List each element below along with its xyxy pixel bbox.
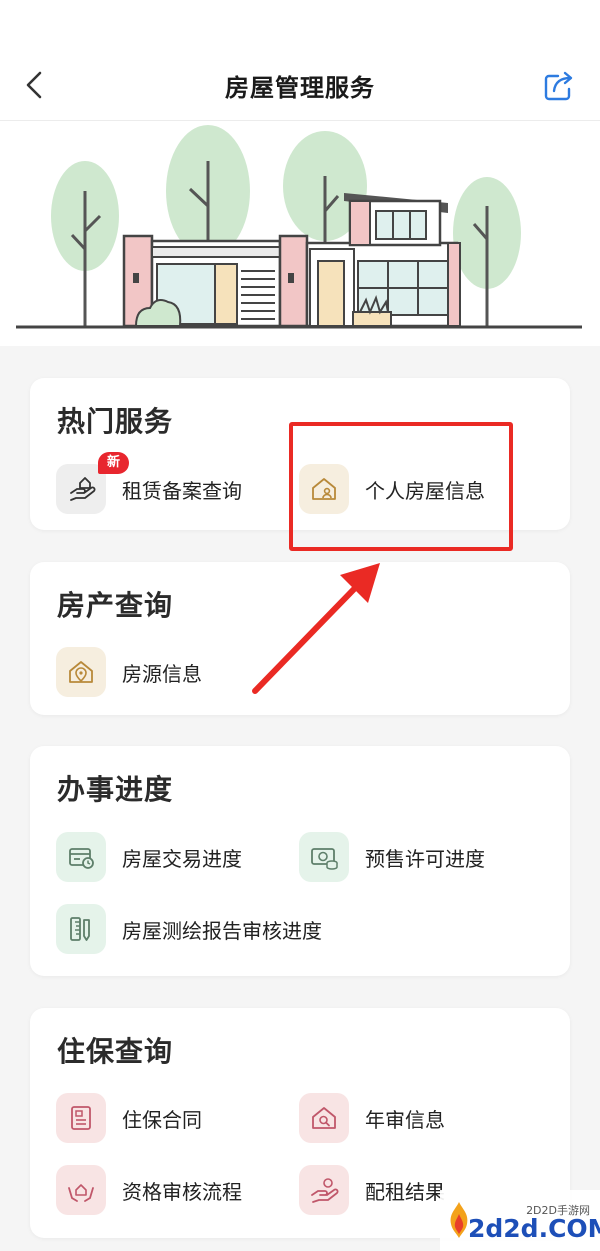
survey-report-progress-item[interactable]: 房屋测绘报告审核进度	[56, 902, 322, 956]
rental-allocation-result-item[interactable]: 配租结果	[299, 1163, 445, 1217]
qualification-review-item[interactable]: 资格审核流程	[56, 1163, 242, 1217]
section-title: 热门服务	[57, 405, 174, 438]
ruler-pen-icon	[56, 904, 106, 954]
share-icon[interactable]	[540, 68, 578, 104]
house-illustration	[16, 125, 582, 329]
item-label: 房屋交易进度	[122, 846, 242, 871]
presale-permit-progress-item[interactable]: 预售许可进度	[299, 830, 485, 884]
item-label: 预售许可进度	[365, 846, 485, 871]
section-title: 房产查询	[57, 589, 174, 622]
section-title: 住保查询	[57, 1035, 174, 1068]
house-location-icon	[56, 647, 106, 697]
red-arrow-annotation	[252, 563, 380, 694]
item-label: 租赁备案查询	[122, 478, 242, 503]
card-clock-icon	[56, 832, 106, 882]
item-label: 房屋测绘报告审核进度	[122, 918, 322, 943]
item-label: 配租结果	[365, 1179, 445, 1204]
item-label: 年审信息	[365, 1107, 445, 1132]
house-search-icon	[299, 1093, 349, 1143]
hands-house-icon	[56, 1165, 106, 1215]
item-label: 资格审核流程	[122, 1179, 242, 1204]
page-title: 房屋管理服务	[225, 74, 375, 102]
rental-filing-query-item[interactable]: 租赁备案查询	[56, 462, 242, 516]
contract-icon	[56, 1093, 106, 1143]
watermark: 2D2D手游网 2d2d.COM	[440, 1190, 600, 1251]
house-transaction-progress-item[interactable]: 房屋交易进度	[56, 830, 242, 884]
listing-info-item[interactable]: 房源信息	[56, 645, 202, 699]
item-label: 房源信息	[122, 661, 202, 686]
section-title: 办事进度	[57, 773, 174, 806]
new-badge: 新	[98, 452, 130, 474]
app-header: 房屋管理服务	[0, 0, 600, 121]
annual-review-item[interactable]: 年审信息	[299, 1091, 445, 1145]
housing-contract-item[interactable]: 住保合同	[56, 1091, 202, 1145]
hand-coin-icon	[299, 1165, 349, 1215]
watermark-domain: 2d2d.COM	[468, 1214, 600, 1243]
highlight-box	[289, 422, 513, 551]
money-icon	[299, 832, 349, 882]
house-banner	[0, 121, 600, 346]
item-label: 住保合同	[122, 1107, 202, 1132]
